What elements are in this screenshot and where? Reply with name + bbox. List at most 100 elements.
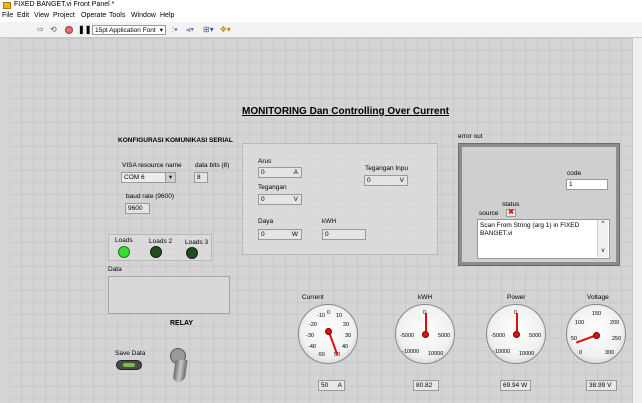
led-loads-label: Loads (115, 237, 133, 244)
chevron-up-icon[interactable]: ^ (598, 220, 608, 228)
save-data-button[interactable] (116, 360, 142, 370)
voltage-gauge[interactable]: 150 100 200 50 250 0 300 (566, 304, 626, 364)
labview-vi-icon (3, 2, 11, 9)
input-voltage-value: 0 (367, 177, 371, 184)
chevron-down-icon[interactable]: ▾ (165, 173, 175, 182)
kwh-tick: 10000 (428, 351, 444, 357)
power-gauge-label: Power (507, 294, 526, 301)
current-gauge[interactable]: -10 0 10 -20 20 -30 30 -40 40 -50 50 (298, 304, 358, 364)
current-tick: -40 (308, 344, 316, 350)
font-select-value: 15pt Application Font (95, 27, 156, 34)
voltage-readout-value: 38.99 V (589, 382, 612, 389)
power-readout: 69.94 W (500, 380, 531, 391)
error-source-value: Scan From String (arg 1) in FIXED BANGET… (480, 222, 580, 237)
visa-resource-select[interactable]: COM 6 ▾ (121, 172, 176, 183)
power-gauge[interactable]: 0 -5000 5000 -10000 10000 (486, 304, 546, 364)
current-tick: -30 (306, 333, 314, 339)
power-tick: 5000 (529, 333, 542, 339)
menu-project[interactable]: Project (53, 12, 75, 19)
data-label: Data (108, 266, 122, 273)
led-loads2[interactable] (150, 246, 162, 258)
databits-input[interactable]: 8 (194, 172, 208, 183)
voltage-hub (593, 332, 600, 339)
tegangan-unit: V (293, 196, 298, 203)
reorder-icon[interactable]: ✥▾ (220, 25, 231, 34)
error-code-display: 1 (566, 179, 608, 190)
kwh-readout: 80.82 (413, 380, 439, 391)
align-objects-icon[interactable]: ⫶▾ (172, 25, 178, 34)
daya-label: Daya (258, 218, 274, 225)
baud-label: baud rate (9600) (126, 193, 175, 200)
input-voltage-display: 0V (364, 175, 408, 186)
distribute-objects-icon[interactable]: ⫷▾ (186, 25, 194, 34)
error-source-label: source (479, 210, 499, 217)
power-readout-value: 69.94 W (503, 382, 528, 389)
chevron-down-icon[interactable]: v (598, 247, 608, 255)
voltage-tick: 300 (605, 350, 615, 356)
led-loads2-label: Loads 2 (149, 238, 173, 245)
voltage-tick: 150 (592, 311, 602, 317)
voltage-tick: 0 (579, 350, 583, 356)
current-hub (325, 328, 332, 335)
power-tick: 10000 (519, 351, 535, 357)
daya-unit: W (291, 231, 298, 238)
daya-value: 0 (261, 231, 265, 238)
input-voltage-label: Tegangan Inpu (365, 165, 409, 172)
pause-icon[interactable]: ❚❚ (78, 25, 91, 34)
tegangan-value: 0 (261, 196, 265, 203)
menu-file[interactable]: File (2, 12, 13, 19)
menu-view[interactable]: View (34, 12, 49, 19)
run-continuous-icon[interactable]: ⟲ (50, 25, 57, 34)
arus-label: Arus (258, 158, 272, 165)
error-code-label: code (567, 170, 582, 177)
menu-tools[interactable]: Tools (109, 12, 125, 19)
input-voltage-unit: V (399, 177, 404, 184)
kwh-label: kWH (322, 218, 337, 225)
source-scrollbar[interactable]: ^ v (597, 220, 608, 257)
menu-operate[interactable]: Operate (81, 12, 106, 19)
menu-window[interactable]: Window (131, 12, 156, 19)
voltage-tick: 100 (575, 320, 585, 326)
menu-help[interactable]: Help (160, 12, 174, 19)
kwh-gauge[interactable]: 0 -5000 5000 -10000 10000 (395, 304, 455, 364)
menu-edit[interactable]: Edit (17, 12, 29, 19)
led-loads3[interactable] (186, 247, 198, 259)
error-out-label: error out (458, 133, 483, 140)
abort-icon[interactable] (65, 26, 73, 34)
current-tick: -10 (317, 313, 325, 319)
title-bar: FIXED BANGET.vi Front Panel * (0, 0, 642, 11)
run-arrow-icon[interactable]: ⇨ (37, 25, 44, 34)
current-gauge-label: Current (302, 294, 324, 301)
baud-rate-input[interactable]: 9600 (125, 203, 150, 214)
font-select[interactable]: 15pt Application Font ▾ (92, 25, 166, 35)
current-tick: -20 (309, 322, 317, 328)
kwh-hub (422, 331, 429, 338)
daya-display: 0W (258, 229, 302, 240)
kwh-display: 0 (322, 229, 366, 240)
relay-label: RELAY (170, 320, 194, 327)
voltage-readout: 38.99 V (586, 380, 617, 391)
baud-value: 9600 (128, 205, 143, 212)
tegangan-label: Tegangan (258, 184, 287, 191)
current-readout-unit: A (337, 382, 342, 389)
error-code-value: 1 (569, 181, 573, 188)
data-display[interactable] (108, 276, 230, 314)
current-tick: 30 (345, 333, 352, 339)
error-source-text: Scan From String (arg 1) in FIXED BANGET… (477, 219, 610, 259)
resize-objects-icon[interactable]: ⊞▾ (203, 25, 214, 34)
arus-unit: A (293, 169, 298, 176)
current-readout: 50 A (318, 380, 345, 391)
visa-label: VISA resource name (122, 162, 182, 169)
tegangan-display: 0V (258, 194, 302, 205)
led-loads3-label: Loads 3 (185, 239, 209, 246)
arus-value: 0 (261, 169, 265, 176)
voltage-gauge-label: Voltage (587, 294, 609, 301)
vertical-scrollbar[interactable] (632, 38, 642, 403)
kwh-tick: -10000 (402, 349, 420, 355)
save-data-indicator (123, 363, 135, 367)
arus-display: 0A (258, 167, 302, 178)
led-loads[interactable] (118, 246, 130, 258)
page-title: MONITORING Dan Controlling Over Current (242, 106, 450, 117)
power-tick: -5000 (491, 333, 506, 339)
status-x-icon: ✖ (506, 209, 516, 217)
